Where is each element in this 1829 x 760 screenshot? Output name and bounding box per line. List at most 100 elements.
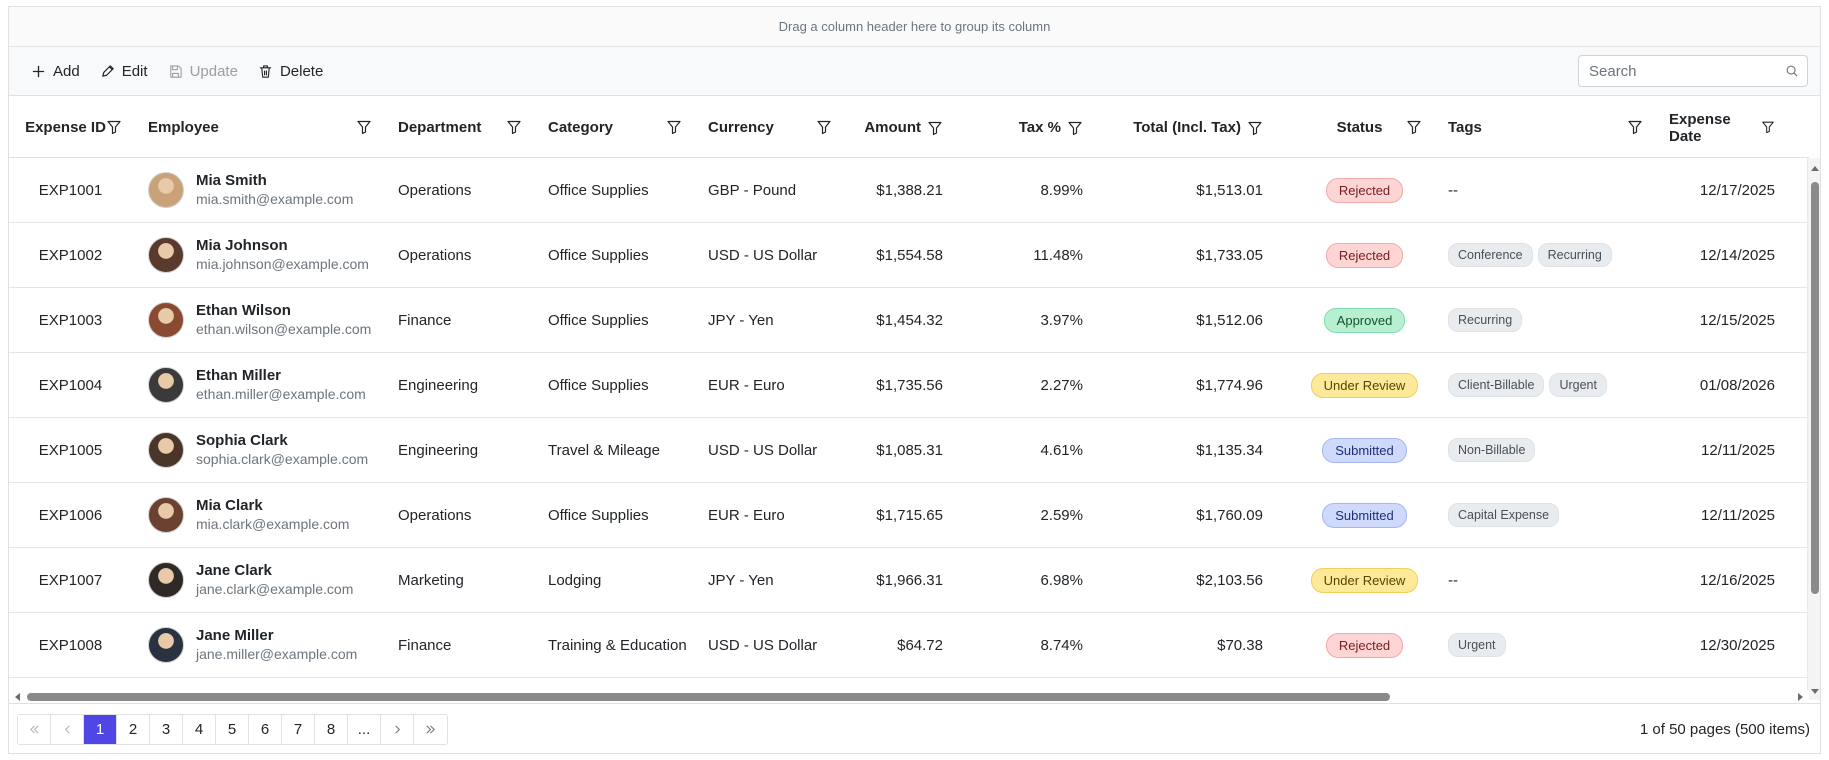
cell-department[interactable]: Operations xyxy=(382,483,532,547)
cell-amount[interactable]: $1,966.31 xyxy=(842,548,977,612)
cell-tax[interactable]: 4.61% xyxy=(977,418,1117,482)
table-row[interactable]: EXP1002 Mia Johnson mia.johnson@example.co… xyxy=(9,223,1809,288)
filter-icon[interactable] xyxy=(506,119,522,135)
page-button-5[interactable]: 5 xyxy=(216,714,249,744)
edit-button[interactable]: Edit xyxy=(90,54,158,88)
cell-amount[interactable]: $1,554.58 xyxy=(842,223,977,287)
page-button-4[interactable]: 4 xyxy=(183,714,216,744)
cell-category[interactable]: Office Supplies xyxy=(532,288,692,352)
add-button[interactable]: Add xyxy=(21,54,90,88)
scroll-right-icon[interactable] xyxy=(1797,692,1805,702)
cell-amount[interactable]: $1,085.31 xyxy=(842,418,977,482)
cell-expense-id[interactable]: EXP1007 xyxy=(9,548,132,612)
cell-status[interactable]: Submitted xyxy=(1297,418,1432,482)
cell-total[interactable]: $1,512.06 xyxy=(1117,288,1297,352)
cell-expense-id[interactable]: EXP1006 xyxy=(9,483,132,547)
prev-page-button[interactable] xyxy=(51,714,84,744)
group-drop-area[interactable]: Drag a column header here to group its c… xyxy=(9,7,1820,47)
page-button-8[interactable]: 8 xyxy=(315,714,348,744)
cell-employee[interactable]: Ethan Wilson ethan.wilson@example.com xyxy=(132,288,382,352)
cell-tax[interactable]: 8.99% xyxy=(977,158,1117,222)
cell-department[interactable]: Engineering xyxy=(382,353,532,417)
column-header-tags[interactable]: Tags xyxy=(1432,97,1653,158)
cell-tags[interactable]: Capital Expense xyxy=(1432,483,1653,547)
cell-amount[interactable]: $64.72 xyxy=(842,613,977,677)
page-button-3[interactable]: 3 xyxy=(150,714,183,744)
cell-tags[interactable]: -- xyxy=(1432,548,1653,612)
cell-total[interactable]: $1,774.96 xyxy=(1117,353,1297,417)
table-row[interactable]: EXP1005 Sophia Clark sophia.clark@example.… xyxy=(9,418,1809,483)
cell-expense-date[interactable]: 12/17/2025 xyxy=(1653,158,1809,222)
table-row[interactable]: EXP1001 Mia Smith mia.smith@example.com Ope… xyxy=(9,158,1809,223)
horizontal-scrollbar[interactable] xyxy=(9,690,1809,703)
update-button[interactable]: Update xyxy=(158,54,248,88)
filter-icon[interactable] xyxy=(927,120,943,136)
cell-employee[interactable]: Mia Clark mia.clark@example.com xyxy=(132,483,382,547)
first-page-button[interactable] xyxy=(18,714,51,744)
scroll-up-icon[interactable] xyxy=(1810,164,1820,172)
cell-total[interactable]: $1,513.01 xyxy=(1117,158,1297,222)
table-row[interactable]: EXP1006 Mia Clark mia.clark@example.com Ope… xyxy=(9,483,1809,548)
column-header-employee[interactable]: Employee xyxy=(132,97,382,158)
next-page-button[interactable] xyxy=(381,714,414,744)
cell-tags[interactable]: Client-Billable Urgent xyxy=(1432,353,1653,417)
cell-expense-id[interactable]: EXP1001 xyxy=(9,158,132,222)
cell-expense-id[interactable]: EXP1002 xyxy=(9,223,132,287)
cell-status[interactable]: Under Review xyxy=(1297,353,1432,417)
cell-expense-date[interactable]: 12/30/2025 xyxy=(1653,613,1809,677)
cell-expense-id[interactable]: EXP1004 xyxy=(9,353,132,417)
page-button-2[interactable]: 2 xyxy=(117,714,150,744)
cell-department[interactable]: Marketing xyxy=(382,548,532,612)
column-header-category[interactable]: Category xyxy=(532,97,692,158)
cell-total[interactable]: $1,733.05 xyxy=(1117,223,1297,287)
filter-icon[interactable] xyxy=(106,119,122,135)
vertical-scrollbar[interactable] xyxy=(1807,158,1820,700)
cell-status[interactable]: Approved xyxy=(1297,288,1432,352)
filter-icon[interactable] xyxy=(1406,119,1422,135)
cell-employee[interactable]: Mia Smith mia.smith@example.com xyxy=(132,158,382,222)
cell-category[interactable]: Training & Education xyxy=(532,613,692,677)
search-input[interactable] xyxy=(1587,61,1785,81)
cell-tax[interactable]: 8.74% xyxy=(977,613,1117,677)
last-page-button[interactable] xyxy=(414,714,447,744)
scroll-left-icon[interactable] xyxy=(13,692,21,702)
filter-icon[interactable] xyxy=(1067,120,1083,136)
cell-expense-date[interactable]: 12/16/2025 xyxy=(1653,548,1809,612)
filter-icon[interactable] xyxy=(666,119,682,135)
cell-currency[interactable]: JPY - Yen xyxy=(692,548,842,612)
cell-amount[interactable]: $1,388.21 xyxy=(842,158,977,222)
column-header-expense-id[interactable]: Expense ID xyxy=(9,97,132,158)
cell-tax[interactable]: 2.59% xyxy=(977,483,1117,547)
filter-icon[interactable] xyxy=(1761,120,1775,136)
cell-currency[interactable]: USD - US Dollar xyxy=(692,418,842,482)
horizontal-scroll-thumb[interactable] xyxy=(27,693,1390,701)
cell-department[interactable]: Engineering xyxy=(382,418,532,482)
cell-total[interactable]: $2,103.56 xyxy=(1117,548,1297,612)
filter-icon[interactable] xyxy=(356,119,372,135)
cell-total[interactable]: $1,760.09 xyxy=(1117,483,1297,547)
cell-expense-date[interactable]: 01/08/2026 xyxy=(1653,353,1809,417)
table-row[interactable]: EXP1003 Ethan Wilson ethan.wilson@example.… xyxy=(9,288,1809,353)
scroll-down-icon[interactable] xyxy=(1810,688,1820,696)
table-row[interactable]: EXP1004 Ethan Miller ethan.miller@example.… xyxy=(9,353,1809,418)
cell-tax[interactable]: 2.27% xyxy=(977,353,1117,417)
cell-currency[interactable]: USD - US Dollar xyxy=(692,223,842,287)
column-header-expense-date[interactable]: Expense Date xyxy=(1653,97,1809,158)
cell-amount[interactable]: $1,454.32 xyxy=(842,288,977,352)
cell-tags[interactable]: Non-Billable xyxy=(1432,418,1653,482)
cell-tags[interactable]: -- xyxy=(1432,158,1653,222)
column-header-amount[interactable]: Amount xyxy=(842,97,977,158)
cell-employee[interactable]: Jane Clark jane.clark@example.com xyxy=(132,548,382,612)
cell-currency[interactable]: EUR - Euro xyxy=(692,483,842,547)
cell-tags[interactable]: Recurring xyxy=(1432,288,1653,352)
filter-icon[interactable] xyxy=(1627,119,1643,135)
cell-tags[interactable]: Urgent xyxy=(1432,613,1653,677)
column-header-department[interactable]: Department xyxy=(382,97,532,158)
cell-expense-date[interactable]: 12/11/2025 xyxy=(1653,483,1809,547)
column-header-total[interactable]: Total (Incl. Tax) xyxy=(1117,97,1297,158)
cell-employee[interactable]: Ethan Miller ethan.miller@example.com xyxy=(132,353,382,417)
table-row[interactable]: EXP1008 Jane Miller jane.miller@example.co… xyxy=(9,613,1809,678)
cell-category[interactable]: Lodging xyxy=(532,548,692,612)
cell-amount[interactable]: $1,715.65 xyxy=(842,483,977,547)
page-button-more[interactable]: ... xyxy=(348,714,381,744)
